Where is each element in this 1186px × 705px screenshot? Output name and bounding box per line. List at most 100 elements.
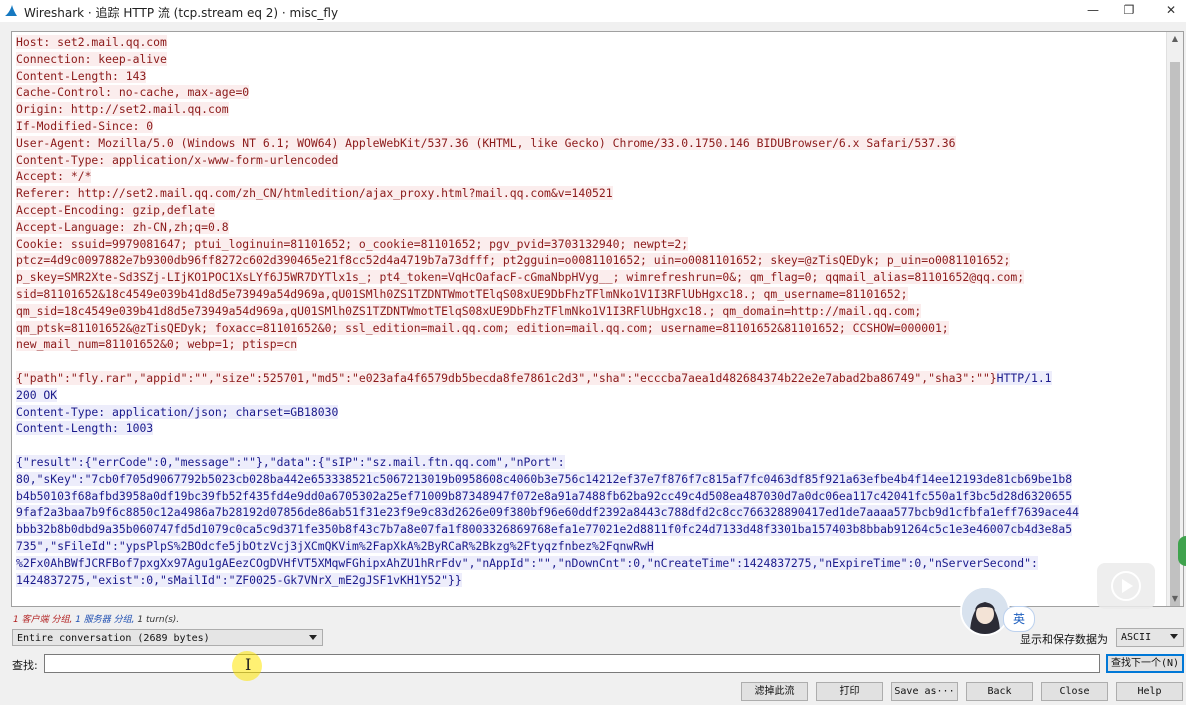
stream-line: {"result":{"errCode":0,"message":""},"da… [16,454,1166,471]
conversation-select[interactable]: Entire conversation (2689 bytes) [12,629,323,646]
save-data-as-label: 显示和保存数据为 [1020,633,1108,646]
stream-line: bbb32b8b0dbd9a35b060747fd5d1079c0ca5c9d3… [16,521,1166,538]
help-button[interactable]: Help [1116,682,1183,701]
window-title: Wireshark · 追踪 HTTP 流 (tcp.stream eq 2) … [24,6,339,20]
stream-line: If-Modified-Since: 0 [16,118,1166,135]
server-text: 200 OK [16,387,58,402]
client-text: ptcz=4d9c0097882e7b9300db96ff8272c602d39… [16,253,1011,268]
client-text: Cookie: ssuid=9979081647; ptui_loginuin=… [16,236,689,251]
server-text: 1424837275,"exist":0,"sMailId":"ZF0025-G… [16,572,462,587]
stream-line: %2Fx0AhBWfJCRFBof7pxgXx97Agu1gAEezCOgDVH… [16,555,1166,572]
client-text: User-Agent: Mozilla/5.0 (Windows NT 6.1;… [16,135,956,150]
server-text: {"result":{"errCode":0,"message":""},"da… [16,454,565,469]
find-label: 查找: [12,659,38,672]
stream-line: 80,"sKey":"7cb0f705d9067792b5023cb028ba4… [16,471,1166,488]
server-text: 9faf2a3baa7b9f6c8850c12a4986a7b28192d078… [16,505,1079,520]
server-text: %2Fx0AhBWfJCRFBof7pxgXx97Agu1gAEezCOgDVH… [16,555,1038,570]
stream-line: qm_ptsk=81101652&@zTisQEDyk; foxacc=8110… [16,320,1166,337]
text-cursor-icon: I [245,655,252,674]
client-text: Accept: */* [16,169,92,184]
video-play-button[interactable] [1097,563,1155,609]
stream-line: qm_sid=18c4549e039b41d8d5e73949a54d969a,… [16,303,1166,320]
stream-line [16,437,1166,454]
stream-line: 200 OK [16,387,1166,404]
wireshark-fin-icon [5,5,17,16]
server-text: Content-Type: application/json; charset=… [16,404,339,419]
client-text: qm_sid=18c4549e039b41d8d5e73949a54d969a,… [16,303,922,318]
data-format-select[interactable]: ASCII [1116,628,1184,647]
packet-summary: 1 客户端 分组, 1 服务器 分组, 1 turn(s). [13,612,179,625]
client-text: Host: set2.mail.qq.com [16,35,167,49]
server-packets-summary: 1 服务器 分组, [75,615,135,625]
close-window-button[interactable]: ✕ [1148,0,1186,22]
chevron-down-icon [1170,634,1178,639]
stream-line: new_mail_num=81101652&0; webp=1; ptisp=c… [16,336,1166,353]
stream-line: 735","sFileId":"ypsPlpS%2BOdcfe5jbOtzVcj… [16,538,1166,555]
save-as-button[interactable]: Save as··· [891,682,958,701]
maximize-button[interactable]: ❐ [1106,0,1152,22]
data-format-value: ASCII [1121,632,1152,643]
stream-line: Referer: http://set2.mail.qq.com/zh_CN/h… [16,185,1166,202]
stream-line: Host: set2.mail.qq.com [16,34,1166,51]
back-button[interactable]: Back [966,682,1033,701]
client-text: qm_ptsk=81101652&@zTisQEDyk; foxacc=8110… [16,320,949,335]
client-text: Accept-Language: zh-CN,zh;q=0.8 [16,219,229,234]
play-icon [1111,571,1141,601]
vertical-scrollbar[interactable]: ▲ ▼ [1166,32,1183,606]
stream-line: Cookie: ssuid=9979081647; ptui_loginuin=… [16,236,1166,253]
ime-indicator[interactable]: 英 [1003,606,1035,632]
title-bar: Wireshark · 追踪 HTTP 流 (tcp.stream eq 2) … [0,0,1186,22]
stream-line: Content-Type: application/x-www-form-url… [16,152,1166,169]
stream-line: Content-Type: application/json; charset=… [16,404,1166,421]
stream-line: User-Agent: Mozilla/5.0 (Windows NT 6.1;… [16,135,1166,152]
client-text: Content-Type: application/x-www-form-url… [16,152,339,167]
filter-out-stream-button[interactable]: 滤掉此流 [741,682,808,701]
stream-line: Content-Length: 143 [16,68,1166,85]
server-text: HTTP/1.1 [996,370,1052,385]
client-text: Connection: keep-alive [16,51,167,66]
server-text: bbb32b8b0dbd9a35b060747fd5d1079c0ca5c9d3… [16,522,1073,537]
client-text: {"path":"fly.rar","appid":"","size":5257… [16,370,997,385]
client-text: Accept-Encoding: gzip,deflate [16,202,215,217]
client-packets-summary: 1 客户端 分组, [13,615,73,625]
server-text: 80,"sKey":"7cb0f705d9067792b5023cb028ba4… [16,471,1073,486]
client-text: Cache-Control: no-cache, max-age=0 [16,85,250,100]
client-text: p_skey=SMR2Xte-Sd3SZj-LIjKO1POC1XsLYf6J5… [16,270,1025,285]
stream-text-area[interactable]: Host: set2.mail.qq.com Connection: keep-a… [11,31,1184,607]
scrollbar-thumb[interactable] [1170,62,1180,606]
stream-text: Host: set2.mail.qq.com Connection: keep-a… [16,34,1166,588]
user-avatar[interactable] [960,586,1010,636]
avatar-character-icon [962,588,1008,634]
stream-line: Connection: keep-alive [16,51,1166,68]
client-text: If-Modified-Since: 0 [16,118,154,133]
scroll-up-arrow-icon[interactable]: ▲ [1167,32,1183,46]
client-text: Origin: http://set2.mail.qq.com [16,102,229,117]
stream-line: Cache-Control: no-cache, max-age=0 [16,84,1166,101]
turns-summary: 1 turn(s). [137,615,180,625]
stream-line: Content-Length: 1003 [16,420,1166,437]
server-text: b4b50103f68afbd3958a0df19bc39fb52f435fd4… [16,488,1073,503]
stream-line: Accept-Encoding: gzip,deflate [16,202,1166,219]
stream-line: Origin: http://set2.mail.qq.com [16,101,1166,118]
client-text: Referer: http://set2.mail.qq.com/zh_CN/h… [16,186,613,201]
server-text: 735","sFileId":"ypsPlpS%2BOdcfe5jbOtzVcj… [16,538,654,553]
server-text: Content-Length: 1003 [16,421,154,436]
close-button[interactable]: Close [1041,682,1108,701]
client-text: sid=81101652&18c4549e039b41d8d5e73949a54… [16,286,908,301]
conversation-select-value: Entire conversation (2689 bytes) [17,633,210,644]
stream-line: Accept-Language: zh-CN,zh;q=0.8 [16,219,1166,236]
stream-line: 9faf2a3baa7b9f6c8850c12a4986a7b28192d078… [16,504,1166,521]
stream-line: 1424837275,"exist":0,"sMailId":"ZF0025-G… [16,572,1166,589]
client-text: new_mail_num=81101652&0; webp=1; ptisp=c… [16,337,298,352]
print-button[interactable]: 打印 [816,682,883,701]
stream-line: {"path":"fly.rar","appid":"","size":5257… [16,370,1166,387]
scroll-down-arrow-icon[interactable]: ▼ [1167,592,1183,606]
stream-line [16,353,1166,370]
chevron-down-icon [309,635,317,640]
floating-widget-edge[interactable] [1178,536,1186,566]
find-next-button[interactable]: 查找下一个(N) [1106,654,1184,673]
stream-line: p_skey=SMR2Xte-Sd3SZj-LIjKO1POC1XsLYf6J5… [16,269,1166,286]
find-input[interactable] [44,654,1100,673]
client-text: Content-Length: 143 [16,68,147,83]
stream-line: Accept: */* [16,168,1166,185]
